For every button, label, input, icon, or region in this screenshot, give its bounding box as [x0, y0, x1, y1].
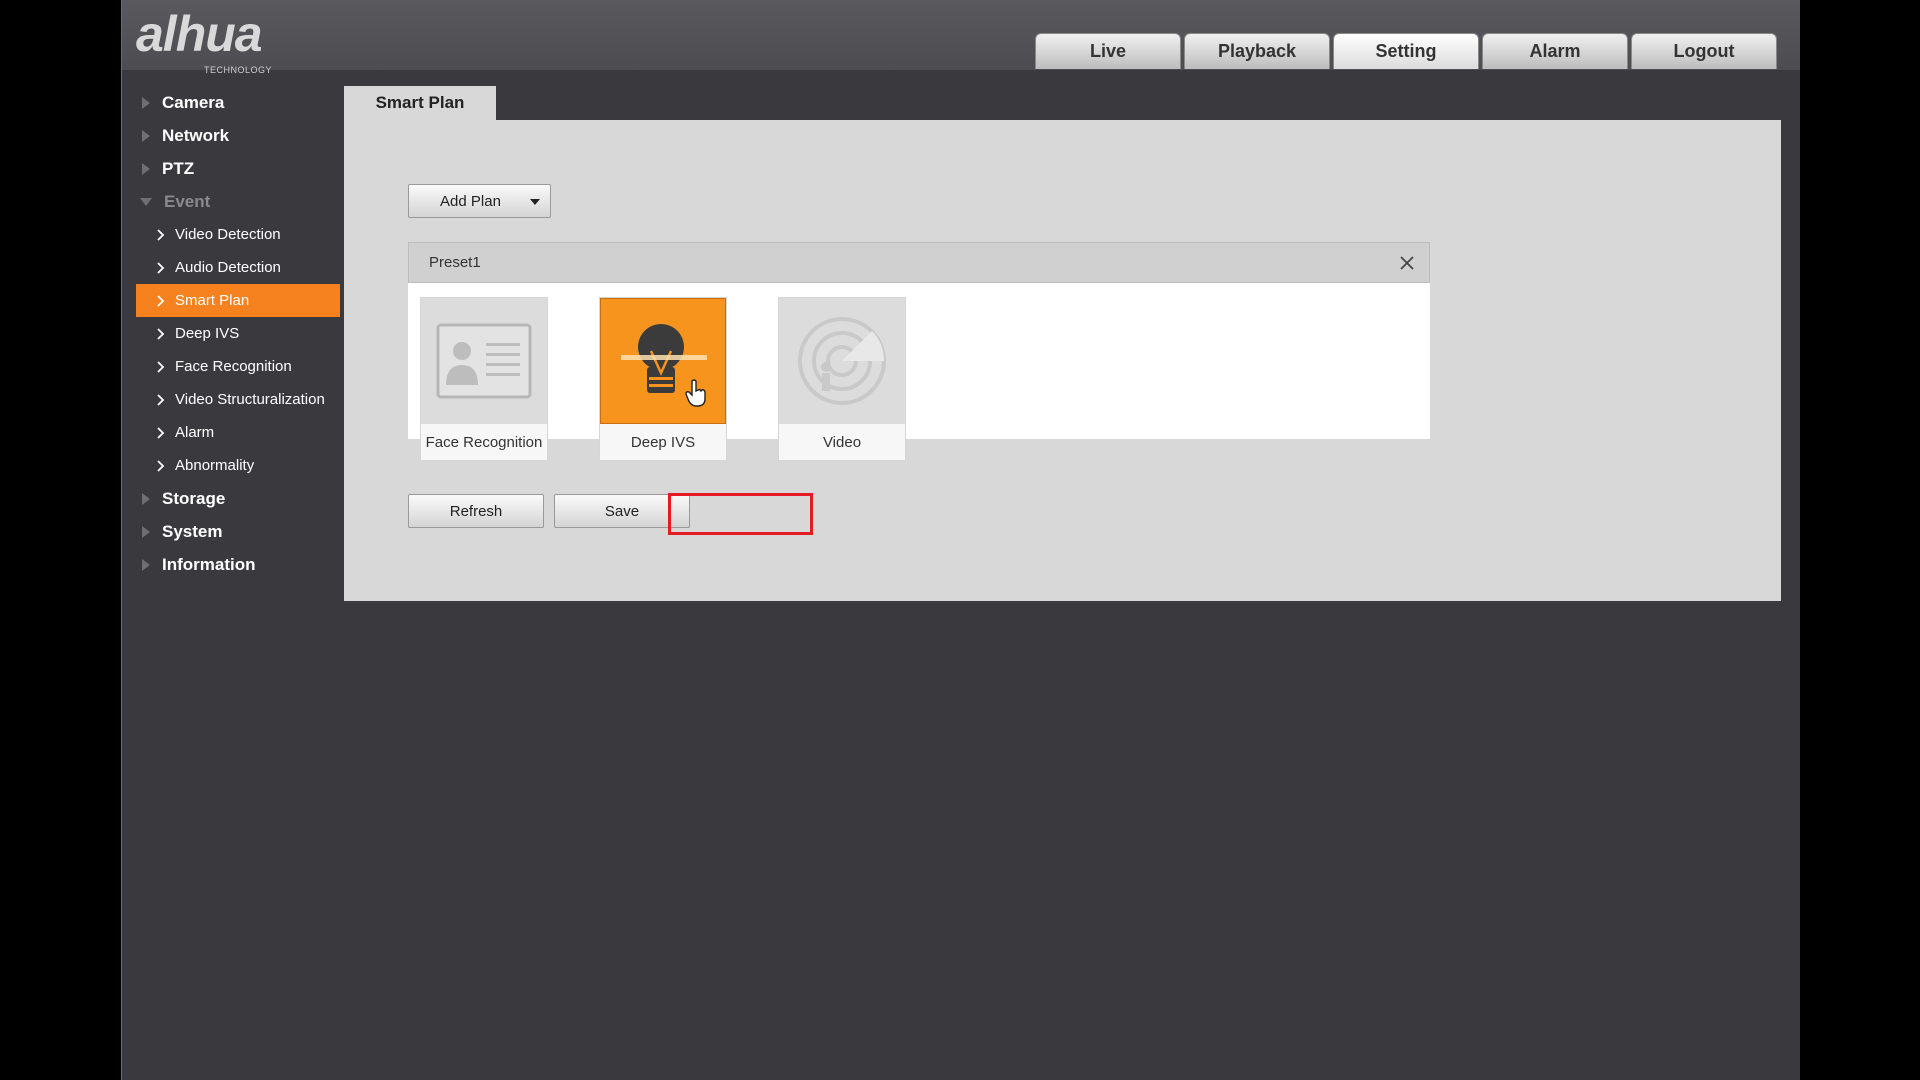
- lightbulb-icon: [600, 298, 726, 424]
- sidebar-subitem-video-structuralization[interactable]: Video Structuralization: [136, 383, 340, 416]
- nav-alarm[interactable]: Alarm: [1482, 33, 1628, 69]
- sidebar-item-ptz[interactable]: PTZ: [136, 152, 340, 185]
- sidebar-subitem-face-recognition[interactable]: Face Recognition: [136, 350, 340, 383]
- sidebar-subitem-label: Audio Detection: [175, 259, 281, 276]
- sidebar-item-network[interactable]: Network: [136, 119, 340, 152]
- face-recognition-icon: [421, 298, 547, 424]
- sidebar-item-label: Storage: [162, 488, 226, 508]
- plan-card-label: Face Recognition: [425, 433, 543, 451]
- logo-subtitle: TECHNOLOGY: [204, 64, 273, 75]
- expand-arrow-icon: [142, 162, 150, 175]
- expand-arrow-icon: [142, 129, 150, 142]
- sidebar-subitem-label: Face Recognition: [175, 358, 292, 375]
- chevron-right-icon: [157, 426, 165, 439]
- sidebar-item-label: System: [162, 521, 223, 541]
- refresh-button[interactable]: Refresh: [408, 494, 544, 528]
- expand-arrow-icon: [142, 96, 150, 109]
- chevron-right-icon: [157, 228, 165, 241]
- app-window: alhua TECHNOLOGY Live Playback Setting A…: [122, 0, 1800, 1080]
- sidebar-item-camera[interactable]: Camera: [136, 86, 340, 119]
- sidebar-item-system[interactable]: System: [136, 515, 340, 548]
- sidebar-subitem-alarm[interactable]: Alarm: [136, 416, 340, 449]
- add-plan-dropdown[interactable]: Add Plan: [408, 184, 551, 218]
- expand-arrow-icon: [142, 525, 150, 538]
- save-button[interactable]: Save: [554, 494, 690, 528]
- sidebar-subitem-deep-ivs[interactable]: Deep IVS: [136, 317, 340, 350]
- sidebar-item-storage[interactable]: Storage: [136, 482, 340, 515]
- plan-card-video[interactable]: Video: [778, 297, 906, 461]
- preset-title: Preset1: [429, 254, 481, 271]
- nav-live[interactable]: Live: [1035, 33, 1181, 69]
- smart-plan-panel: Add Plan Preset1 Face Recognition Deep I…: [344, 120, 1781, 601]
- dahua-logo: alhua TECHNOLOGY: [136, 6, 286, 75]
- sidebar: Camera Network PTZ Event Video Detection…: [136, 86, 340, 581]
- hand-cursor-icon: [685, 379, 706, 407]
- tab-smart-plan[interactable]: Smart Plan: [344, 86, 496, 120]
- expand-arrow-icon: [142, 492, 150, 505]
- plan-card-label: Deep IVS: [630, 433, 696, 451]
- expand-arrow-icon: [142, 558, 150, 571]
- preset-box: Preset1 Face Recognition Deep IVS Video: [408, 242, 1430, 461]
- sidebar-item-label: Camera: [162, 92, 225, 112]
- sidebar-item-label: PTZ: [162, 158, 195, 178]
- sidebar-subitem-audio-detection[interactable]: Audio Detection: [136, 251, 340, 284]
- sidebar-subitem-label: Abnormality: [175, 457, 255, 474]
- sidebar-item-label: Network: [162, 125, 230, 145]
- nav-logout[interactable]: Logout: [1631, 33, 1777, 69]
- sidebar-subitem-label: Smart Plan: [175, 292, 250, 309]
- sidebar-subitem-label: Video Detection: [175, 226, 281, 243]
- chevron-right-icon: [157, 360, 165, 373]
- caret-down-icon: [530, 199, 540, 205]
- collapse-arrow-icon: [140, 197, 152, 206]
- plan-card-label: Video: [822, 433, 862, 451]
- sidebar-subitem-video-detection[interactable]: Video Detection: [136, 218, 340, 251]
- nav-playback[interactable]: Playback: [1184, 33, 1330, 69]
- chevron-right-icon: [157, 261, 165, 274]
- sidebar-item-label: Information: [162, 554, 256, 574]
- sidebar-item-label: Event: [164, 191, 211, 211]
- header: alhua TECHNOLOGY Live Playback Setting A…: [122, 0, 1800, 75]
- sidebar-subitem-label: Deep IVS: [175, 325, 240, 342]
- nav-setting[interactable]: Setting: [1333, 33, 1479, 69]
- plan-card-deep-ivs[interactable]: Deep IVS: [599, 297, 727, 461]
- close-icon[interactable]: [1397, 253, 1417, 273]
- chevron-right-icon: [157, 459, 165, 472]
- video-radar-icon: [779, 298, 905, 424]
- chevron-right-icon: [157, 393, 165, 406]
- chevron-right-icon: [157, 294, 165, 307]
- sidebar-item-information[interactable]: Information: [136, 548, 340, 581]
- sidebar-subitem-smart-plan[interactable]: Smart Plan: [136, 284, 340, 317]
- chevron-right-icon: [157, 327, 165, 340]
- sidebar-subitem-label: Video Structuralization: [175, 391, 325, 408]
- plan-card-face-recognition[interactable]: Face Recognition: [420, 297, 548, 461]
- sidebar-item-event[interactable]: Event: [136, 185, 340, 218]
- sidebar-subitem-abnormality[interactable]: Abnormality: [136, 449, 340, 482]
- sidebar-subitem-label: Alarm: [175, 424, 215, 441]
- add-plan-label: Add Plan: [440, 192, 501, 210]
- preset-body: Face Recognition Deep IVS Video: [408, 283, 1430, 461]
- preset-header: Preset1: [408, 242, 1430, 283]
